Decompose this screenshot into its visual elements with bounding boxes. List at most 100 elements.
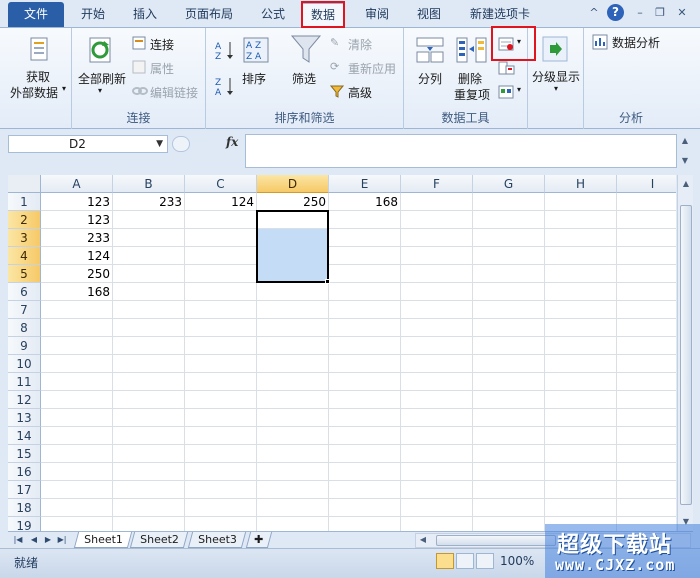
- sheet-tab-3[interactable]: Sheet3: [187, 532, 247, 548]
- formula-input[interactable]: [245, 134, 677, 168]
- column-header-g[interactable]: G: [473, 175, 545, 193]
- consolidate-icon[interactable]: [498, 60, 516, 76]
- remove-duplicates-line1[interactable]: 删除: [458, 70, 482, 87]
- tab-new[interactable]: 新建选项卡: [460, 3, 540, 27]
- properties-button[interactable]: 属性: [150, 60, 174, 77]
- column-header-c[interactable]: C: [185, 175, 257, 193]
- chevron-left-icon[interactable]: ◀: [418, 535, 428, 544]
- row-header-10[interactable]: 10: [8, 355, 41, 373]
- row-header-13[interactable]: 13: [8, 409, 41, 427]
- row-header-15[interactable]: 15: [8, 445, 41, 463]
- sheet-tab-2[interactable]: Sheet2: [129, 532, 189, 548]
- row-header-6[interactable]: 6: [8, 283, 41, 301]
- prev-sheet-icon[interactable]: ◀: [28, 534, 40, 546]
- tab-home[interactable]: 开始: [70, 3, 116, 27]
- restore-icon[interactable]: ❐: [652, 5, 668, 21]
- edit-links-button[interactable]: 编辑链接: [150, 84, 198, 101]
- chevron-up-icon[interactable]: ▲: [680, 136, 690, 145]
- row-header-18[interactable]: 18: [8, 499, 41, 517]
- row-header-9[interactable]: 9: [8, 337, 41, 355]
- zoom-level[interactable]: 100%: [500, 554, 534, 568]
- function-icon[interactable]: fx: [226, 135, 238, 149]
- sort-button[interactable]: 排序: [242, 70, 266, 87]
- column-header-h[interactable]: H: [545, 175, 617, 193]
- cell-b1[interactable]: 233: [113, 193, 185, 211]
- data-validation-icon[interactable]: [498, 36, 516, 52]
- fill-handle[interactable]: [325, 279, 330, 284]
- cell-a3[interactable]: 233: [41, 229, 113, 247]
- row-header-17[interactable]: 17: [8, 481, 41, 499]
- formula-bar-handle[interactable]: [172, 136, 190, 152]
- normal-view-icon[interactable]: [436, 553, 454, 569]
- column-header-d[interactable]: D: [257, 175, 329, 193]
- chevron-down-icon[interactable]: ▼: [680, 156, 690, 165]
- get-external-line1[interactable]: 获取: [26, 68, 50, 85]
- horizontal-scroll-thumb[interactable]: [436, 535, 556, 546]
- name-box[interactable]: D2 ▼: [8, 135, 168, 153]
- get-external-line2[interactable]: 外部数据: [10, 84, 58, 101]
- select-all-corner[interactable]: [8, 175, 41, 193]
- row-header-12[interactable]: 12: [8, 391, 41, 409]
- data-analysis-button[interactable]: 数据分析: [612, 34, 660, 51]
- close-icon[interactable]: ✕: [674, 5, 690, 21]
- column-header-i[interactable]: I: [617, 175, 676, 193]
- tab-review[interactable]: 审阅: [354, 3, 400, 27]
- clear-button[interactable]: 清除: [348, 36, 372, 53]
- column-header-a[interactable]: A: [41, 175, 113, 193]
- cell-a4[interactable]: 124: [41, 247, 113, 265]
- row-header-5[interactable]: 5: [8, 265, 41, 283]
- row-header-19[interactable]: 19: [8, 517, 41, 531]
- first-sheet-icon[interactable]: |◀: [12, 534, 24, 546]
- tab-insert[interactable]: 插入: [122, 3, 168, 27]
- row-header-3[interactable]: 3: [8, 229, 41, 247]
- cell-a1[interactable]: 123: [41, 193, 113, 211]
- advanced-button[interactable]: 高级: [348, 84, 372, 101]
- outline-button[interactable]: 分级显示: [532, 68, 580, 85]
- next-sheet-icon[interactable]: ▶: [42, 534, 54, 546]
- tab-data[interactable]: 数据: [301, 3, 345, 29]
- row-header-14[interactable]: 14: [8, 427, 41, 445]
- tab-page-layout[interactable]: 页面布局: [176, 3, 242, 27]
- chevron-down-icon[interactable]: ▼: [156, 136, 163, 152]
- row-header-8[interactable]: 8: [8, 319, 41, 337]
- formula-expand[interactable]: ▲ ▼: [678, 134, 692, 168]
- cell-d1[interactable]: 250: [257, 193, 329, 211]
- remove-duplicates-line2[interactable]: 重复项: [454, 86, 490, 103]
- cell-c1[interactable]: 124: [185, 193, 257, 211]
- row-header-4[interactable]: 4: [8, 247, 41, 265]
- sort-ascending-icon[interactable]: A Z: [214, 40, 236, 60]
- help-icon[interactable]: ?: [607, 4, 624, 21]
- row-header-11[interactable]: 11: [8, 373, 41, 391]
- sheet-tab-1[interactable]: Sheet1: [73, 532, 133, 548]
- minimize-ribbon-icon[interactable]: ^: [586, 5, 602, 21]
- what-if-analysis-icon[interactable]: [498, 84, 516, 100]
- sort-descending-icon[interactable]: Z A: [214, 76, 236, 96]
- row-header-16[interactable]: 16: [8, 463, 41, 481]
- new-sheet-button[interactable]: ✚: [245, 532, 273, 548]
- chevron-up-icon[interactable]: ▲: [681, 179, 691, 188]
- minimize-icon[interactable]: –: [632, 5, 648, 21]
- cell-a5[interactable]: 250: [41, 265, 113, 283]
- page-break-view-icon[interactable]: [476, 553, 494, 569]
- filter-button[interactable]: 筛选: [292, 70, 316, 87]
- vertical-scroll-thumb[interactable]: [680, 205, 692, 505]
- connections-button[interactable]: 连接: [150, 36, 174, 53]
- row-header-7[interactable]: 7: [8, 301, 41, 319]
- last-sheet-icon[interactable]: ▶|: [56, 534, 68, 546]
- vertical-scrollbar[interactable]: ▲ ▼: [677, 175, 693, 531]
- text-to-columns-button[interactable]: 分列: [418, 70, 442, 87]
- tab-file[interactable]: 文件: [8, 2, 64, 27]
- tab-formulas[interactable]: 公式: [250, 3, 296, 27]
- cell-a2[interactable]: 123: [41, 211, 113, 229]
- cell-e1[interactable]: 168: [329, 193, 401, 211]
- column-header-b[interactable]: B: [113, 175, 185, 193]
- spreadsheet-grid[interactable]: A B C D E F G H I 1 2 3 4 5 6 7 8 9 10 11 12 13 14 15 16 17 18 19 12…: [8, 175, 676, 531]
- refresh-all-label[interactable]: 全部刷新: [78, 70, 126, 87]
- row-header-1[interactable]: 1: [8, 193, 41, 211]
- reapply-button[interactable]: 重新应用: [348, 60, 396, 77]
- column-header-f[interactable]: F: [401, 175, 473, 193]
- column-header-e[interactable]: E: [329, 175, 401, 193]
- row-header-2[interactable]: 2: [8, 211, 41, 229]
- tab-view[interactable]: 视图: [406, 3, 452, 27]
- page-layout-view-icon[interactable]: [456, 553, 474, 569]
